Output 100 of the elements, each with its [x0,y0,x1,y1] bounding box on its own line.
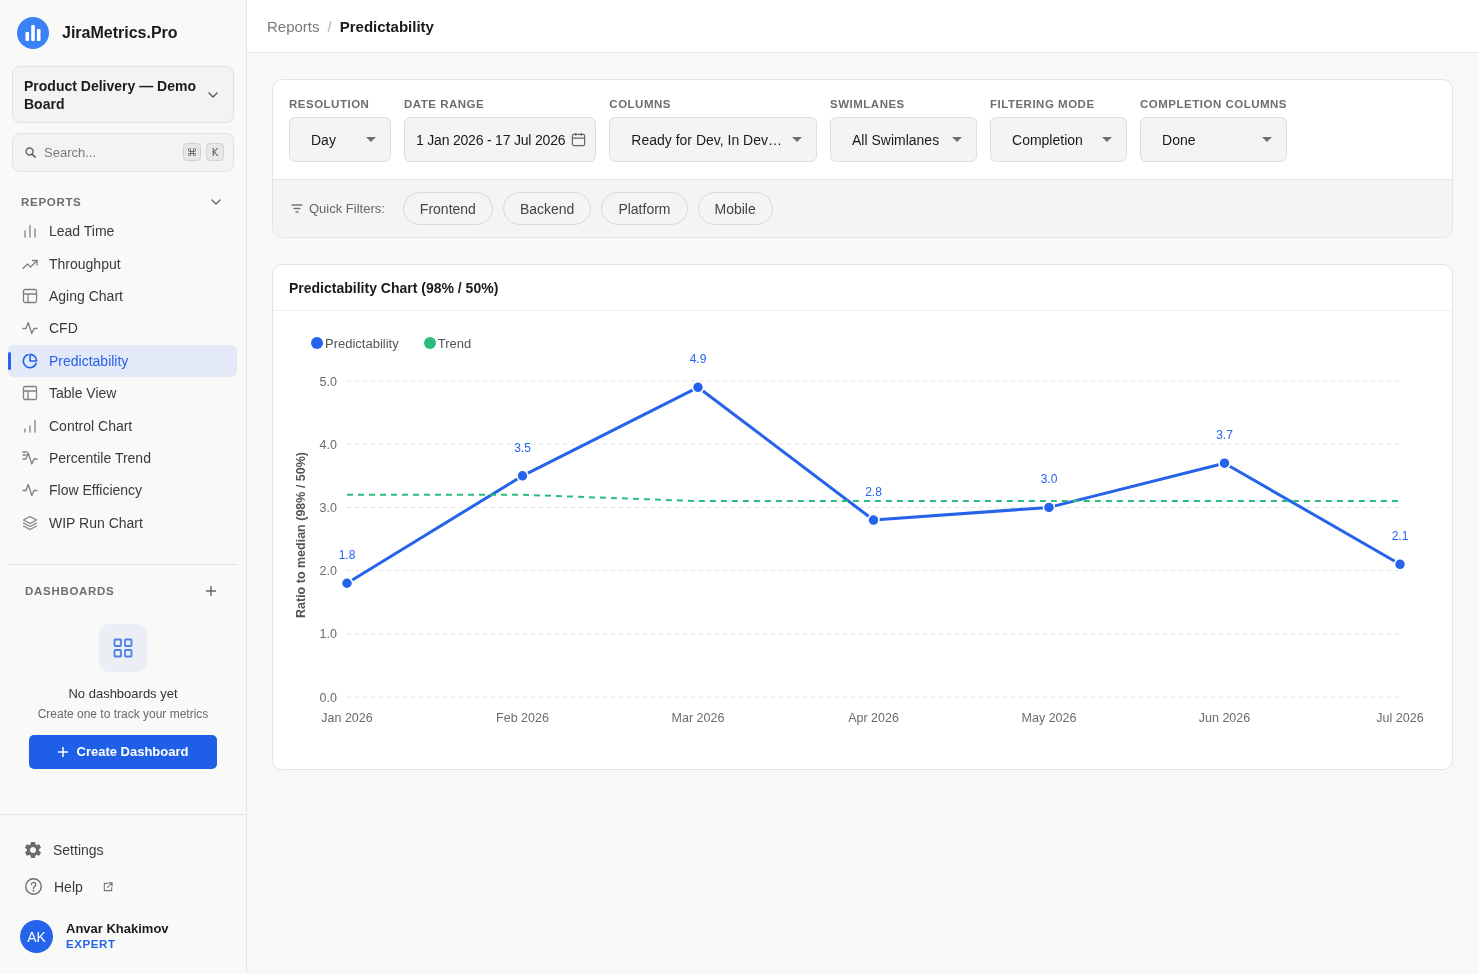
nav-item[interactable]: Predictability [8,344,237,377]
layout-icon [22,385,38,402]
filter-icon [291,204,303,213]
chevron-down-icon[interactable] [211,199,221,205]
calendar-icon [571,132,587,147]
nav-item[interactable]: Table View [8,376,237,410]
pulse-icon [22,449,38,466]
data-point[interactable] [340,577,354,590]
bar-chart-logo-icon [17,17,49,49]
sidebar-link[interactable]: Help [20,868,226,905]
axis-tick-label: 5.0 [319,374,337,389]
pulse-icon [22,482,38,499]
pie-chart-icon [22,352,38,369]
legend-label[interactable]: Predictability [325,335,399,351]
data-point[interactable] [1393,558,1407,571]
data-label: 1.8 [338,548,356,563]
axis-tick-label: 1.0 [319,627,337,642]
keyboard-key: K [206,143,224,161]
axis-tick-label: Jun 2026 [1198,711,1251,725]
pulse-icon [22,320,38,337]
select-dropdown[interactable]: Done [1140,117,1287,162]
data-label: 2.1 [1391,529,1409,544]
axis-tick-label: 0.0 [319,690,337,705]
bar-chart-icon [22,223,38,240]
section-heading: REPORTS [21,195,82,209]
nav-item[interactable]: Flow Efficiency [8,474,237,507]
axis-tick-label: Apr 2026 [848,711,899,725]
grid-icon [99,623,147,672]
help-icon [25,878,42,895]
axis-tick-label: Mar 2026 [671,711,725,725]
filter-chip[interactable]: Frontend [402,192,493,225]
chart-title: Predictability Chart (98% / 50%) [289,279,499,296]
plus-icon [57,746,68,757]
data-point[interactable] [867,513,880,527]
bar-chart-icon [22,417,38,434]
data-point[interactable] [691,381,705,394]
sidebar-link[interactable]: Settings [20,831,226,868]
data-label: 4.9 [689,352,707,367]
data-label: 3.0 [1040,472,1058,487]
axis-tick-label: May 2026 [1021,711,1077,725]
filter-chip[interactable]: Mobile [697,192,773,225]
data-point[interactable] [516,469,529,483]
axis-tick-label: Feb 2026 [496,711,549,725]
axis-tick-label: Jul 2026 [1376,711,1424,725]
board-selector[interactable]: Product Delivery — Demo Board [12,66,234,123]
filter-chip[interactable]: Platform [601,192,688,225]
data-label: 2.8 [865,485,882,500]
axis-tick-label: 2.0 [319,564,337,579]
filter-label: SWIMLANES [830,97,906,111]
select-dropdown[interactable]: Ready for Dev, In Dev… [609,117,817,162]
data-point[interactable] [1042,501,1056,514]
breadcrumb-link[interactable]: Reports [267,17,320,35]
filter-label: DATE RANGE [404,97,486,111]
caret-down-icon [952,137,962,142]
select-dropdown[interactable]: Completion [990,117,1127,162]
search-icon [25,147,36,158]
nav-item[interactable]: Throughput [8,247,237,280]
axis-tick-label: 3.0 [319,500,337,515]
caret-down-icon [1262,137,1272,142]
caret-down-icon [792,137,802,142]
axis-tick-label: Jan 2026 [321,711,373,725]
select-dropdown[interactable]: Day [289,117,391,162]
nav-item[interactable]: WIP Run Chart [8,506,237,539]
data-point[interactable] [1218,456,1231,470]
axis-tick-label: 4.0 [319,437,337,452]
legend-label[interactable]: Trend [437,335,472,351]
nav-item[interactable]: Aging Chart [8,279,237,313]
add-dashboard-button[interactable] [204,583,218,598]
filter-label: FILTERING MODE [990,97,1096,111]
user-role: EXPERT [66,937,117,952]
filter-label: RESOLUTION [289,97,371,111]
filter-chip[interactable]: Backend [502,192,592,225]
caret-down-icon [1102,137,1112,142]
caret-down-icon [366,137,376,142]
keyboard-key: ⌘ [183,143,201,161]
date-range-field[interactable]: 1 Jan 2026 - 17 Jul 2026 [404,117,597,162]
data-label: 3.5 [514,440,531,455]
nav-item[interactable]: Percentile Trend [8,441,237,475]
user-avatar: AK [20,920,53,953]
nav-item[interactable]: CFD [8,312,237,345]
section-heading: DASHBOARDS [25,583,115,598]
user-name: Anvar Khakimov [66,921,169,937]
nav-item[interactable]: Lead Time [8,215,237,248]
layout-icon [22,287,38,304]
layers-icon [22,514,38,531]
axis-title: Ratio to median (98% / 50%) [294,452,308,618]
chevron-down-icon [208,91,218,98]
breadcrumb-separator: / [327,17,332,35]
empty-state-title: No dashboards yet [68,685,178,702]
nav-item[interactable]: Control Chart [8,409,237,442]
select-dropdown[interactable]: All Swimlanes [830,117,977,162]
empty-state-text: Create one to track your metrics [37,706,209,722]
app-name: JiraMetrics.Pro [62,24,178,42]
filter-label: COMPLETION COLUMNS [1140,97,1287,111]
settings-icon [25,841,41,858]
data-label: 3.7 [1216,428,1233,443]
quick-filters-label: Quick Filters: [309,201,385,216]
create-dashboard-button[interactable]: Create Dashboard [29,734,217,769]
plus-icon [206,585,216,596]
filter-label: COLUMNS [609,97,672,111]
